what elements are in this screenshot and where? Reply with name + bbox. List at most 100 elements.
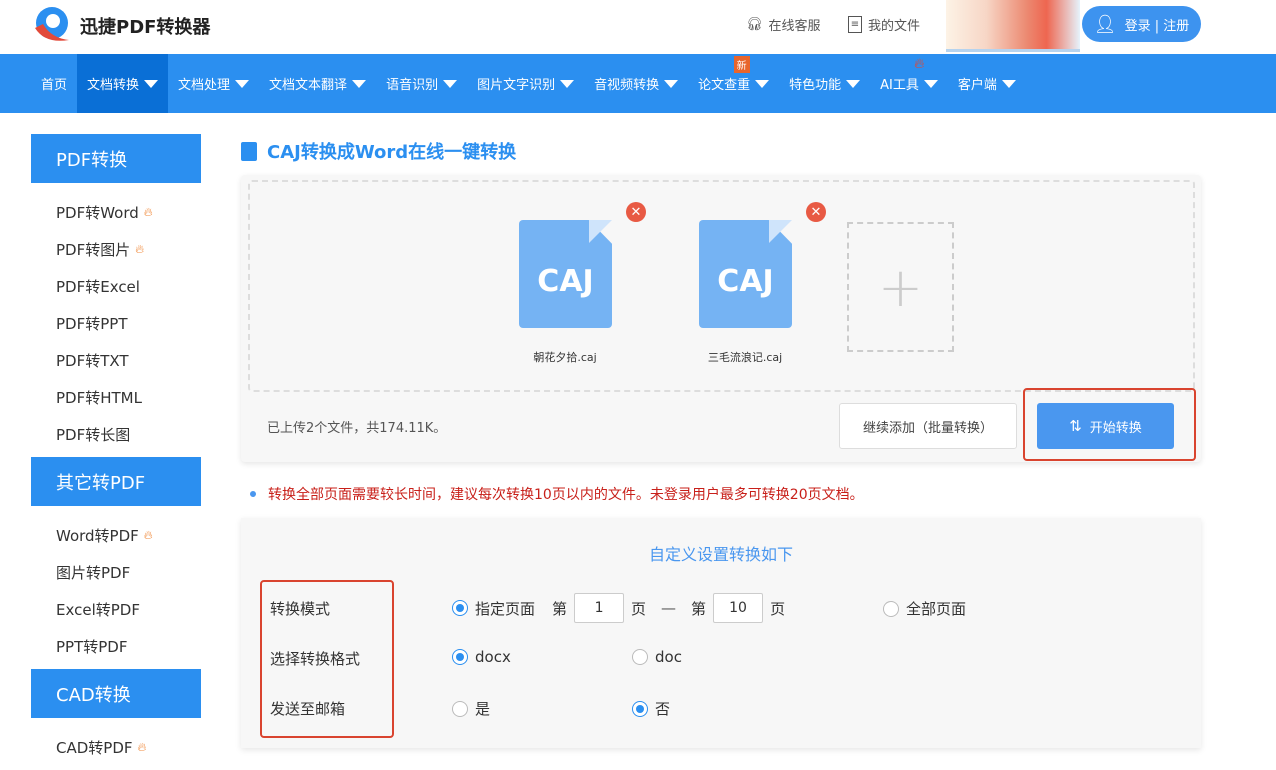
caret-down-icon	[144, 80, 158, 88]
option-label: doc	[655, 648, 682, 666]
sidebar: PDF转换 PDF转Word🔥︎ PDF转图片🔥︎ PDF转Excel PDF转…	[31, 134, 201, 770]
file-icon: ≡	[848, 16, 862, 33]
mode-all-option[interactable]: 全部页面	[883, 598, 966, 619]
sidebar-item-pdf-txt[interactable]: PDF转TXT	[31, 342, 201, 379]
nav-doc-process[interactable]: 文档处理	[168, 54, 259, 113]
nav-home[interactable]: 首页	[31, 54, 77, 113]
sidebar-item-word-pdf[interactable]: Word转PDF 🔥︎	[31, 517, 201, 554]
radio-checked[interactable]	[452, 600, 468, 616]
radio-unchecked[interactable]	[883, 601, 899, 617]
radio-unchecked[interactable]	[452, 701, 468, 717]
nav-translate[interactable]: 文档文本翻译	[259, 54, 376, 113]
sidebar-item-pdf-ppt[interactable]: PDF转PPT	[31, 305, 201, 342]
email-no-option[interactable]: 否	[632, 698, 670, 719]
add-more-button[interactable]: 继续添加（批量转换）	[839, 403, 1017, 449]
page-from-input[interactable]: 1	[574, 593, 624, 623]
radio-unchecked[interactable]	[632, 649, 648, 665]
nav-label: 图片文字识别	[477, 74, 555, 93]
option-label: docx	[475, 648, 511, 666]
online-service-link[interactable]: 🎧︎在线客服	[746, 15, 821, 34]
user-icon: 👤︎	[1094, 14, 1117, 35]
hot-fire-icon: 🔥︎	[138, 740, 147, 755]
header: 迅捷PDF转换器 🎧︎在线客服 ≡我的文件 👤︎登录 | 注册	[0, 0, 1276, 54]
hot-fire-icon: 🔥︎	[144, 205, 153, 220]
sidebar-item-pdf-html[interactable]: PDF转HTML	[31, 379, 201, 416]
item-label: Word转PDF	[56, 525, 139, 546]
nav-ocr[interactable]: 图片文字识别	[467, 54, 584, 113]
upload-status: 已上传2个文件，共174.11K。	[267, 417, 446, 436]
remove-file-icon[interactable]: ✕	[806, 202, 826, 222]
nav-label: 语音识别	[386, 74, 438, 93]
option-label: 否	[655, 698, 670, 719]
mode-specified-option[interactable]: 指定页面 第1页 — 第10页	[452, 593, 785, 623]
nav-speech[interactable]: 语音识别	[376, 54, 467, 113]
caret-down-icon	[443, 80, 457, 88]
caret-down-icon	[352, 80, 366, 88]
item-label: PDF转Word	[56, 202, 139, 223]
sidebar-item-cad-pdf[interactable]: CAD转PDF 🔥︎	[31, 729, 201, 766]
blurred-banner	[946, 0, 1080, 52]
nav-features[interactable]: 特色功能	[779, 54, 870, 113]
login-link[interactable]: 登录	[1125, 19, 1151, 34]
add-file-plus-icon[interactable]: +	[847, 222, 954, 352]
nav-av-convert[interactable]: 音视频转换	[584, 54, 688, 113]
nav-label: 文档处理	[178, 74, 230, 93]
email-label: 发送至邮箱	[270, 698, 345, 719]
caret-down-icon	[924, 80, 938, 88]
start-convert-button[interactable]: ⇅开始转换	[1037, 403, 1174, 449]
caret-down-icon	[664, 80, 678, 88]
caj-file-icon: CAJ	[519, 220, 612, 328]
radio-checked[interactable]	[632, 701, 648, 717]
dash: —	[661, 599, 676, 617]
caret-down-icon	[846, 80, 860, 88]
sidebar-item-image-pdf[interactable]: 图片转PDF	[31, 554, 201, 591]
sidebar-section-pdf: PDF转换	[31, 134, 201, 183]
format-docx-option[interactable]: docx	[452, 648, 511, 666]
nav-label: AI工具	[880, 74, 919, 93]
sidebar-item-pdf-word[interactable]: PDF转Word 🔥︎	[31, 194, 201, 231]
logo-text: 迅捷PDF转换器	[80, 13, 210, 39]
page-prefix: 第	[691, 598, 706, 619]
my-files-label: 我的文件	[868, 15, 920, 34]
my-files-link[interactable]: ≡ 我的文件	[848, 15, 920, 34]
format-doc-option[interactable]: doc	[632, 648, 682, 666]
nav-paper-check[interactable]: 论文查重新	[688, 54, 779, 113]
page-prefix: 第	[552, 598, 567, 619]
file-type: CAJ	[717, 264, 773, 299]
sidebar-item-pdf-excel[interactable]: PDF转Excel	[31, 268, 201, 305]
option-label: 全部页面	[906, 598, 966, 619]
caret-down-icon	[560, 80, 574, 88]
option-label: 是	[475, 698, 490, 719]
service-label: 在线客服	[769, 15, 821, 34]
sidebar-item-ppt-pdf[interactable]: PPT转PDF	[31, 628, 201, 665]
nav-label: 特色功能	[789, 74, 841, 93]
sidebar-item-excel-pdf[interactable]: Excel转PDF	[31, 591, 201, 628]
file-name: 三毛流浪记.caj	[675, 349, 815, 365]
hot-fire-icon: 🔥︎	[144, 528, 153, 543]
email-yes-option[interactable]: 是	[452, 698, 490, 719]
logo-icon	[31, 4, 73, 46]
start-label: 开始转换	[1090, 417, 1142, 436]
sidebar-item-pdf-image[interactable]: PDF转图片🔥︎	[31, 231, 201, 268]
register-link[interactable]: 注册	[1163, 19, 1189, 34]
item-label: CAD转PDF	[56, 737, 133, 758]
page-title: CAJ转换成Word在线一键转换	[241, 138, 516, 164]
nav-label: 首页	[41, 74, 67, 93]
nav-doc-convert[interactable]: 文档转换	[77, 54, 168, 113]
login-button[interactable]: 👤︎登录 | 注册	[1082, 6, 1201, 42]
radio-checked[interactable]	[452, 649, 468, 665]
sidebar-item-pdf-longimage[interactable]: PDF转长图	[31, 416, 201, 453]
caret-down-icon	[235, 80, 249, 88]
nav-ai-tools[interactable]: AI工具🔥︎	[870, 54, 948, 113]
sidebar-section-other-to-pdf: 其它转PDF	[31, 457, 201, 506]
nav-label: 论文查重	[698, 74, 750, 93]
mode-label: 转换模式	[270, 598, 330, 619]
page-to-input[interactable]: 10	[713, 593, 763, 623]
notice-text: 转换全部页面需要较长时间，建议每次转换10页以内的文件。未登录用户最多可转换20…	[268, 484, 864, 504]
item-label: PDF转图片	[56, 239, 130, 260]
option-label: 指定页面	[475, 598, 535, 619]
remove-file-icon[interactable]: ✕	[626, 202, 646, 222]
notice: 转换全部页面需要较长时间，建议每次转换10页以内的文件。未登录用户最多可转换20…	[250, 484, 864, 504]
caret-down-icon	[1002, 80, 1016, 88]
nav-client[interactable]: 客户端	[948, 54, 1026, 113]
